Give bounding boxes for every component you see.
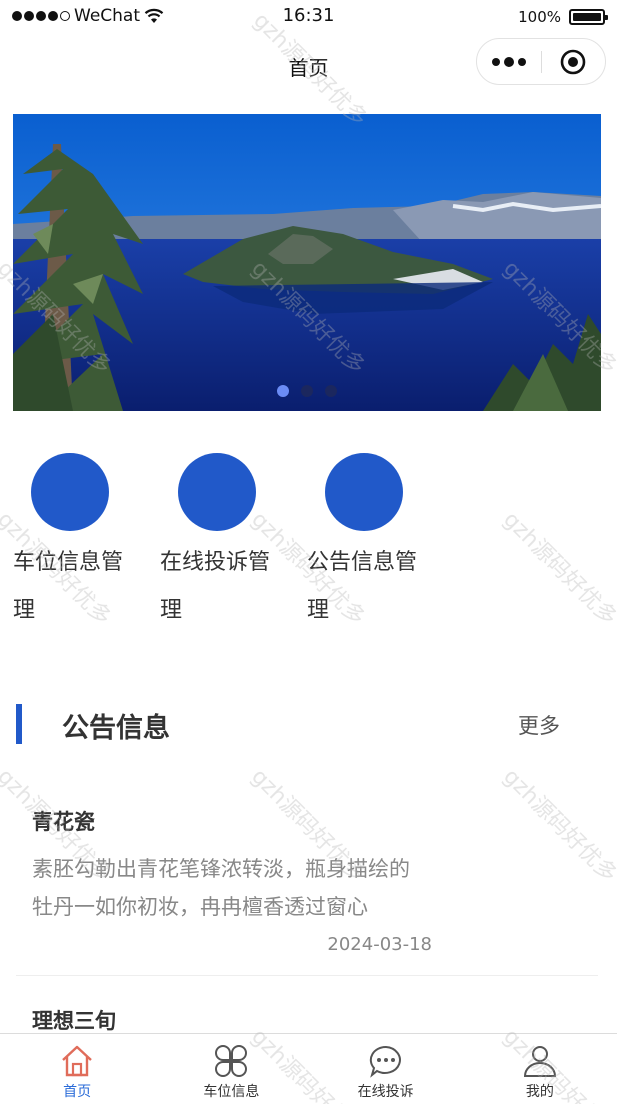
notice-item[interactable]: 青花瓷 素胚勾勒出青花笔锋浓转淡，瓶身描绘的牡丹一如你初妆，冉冉檀香透过窗心 2…	[16, 806, 598, 976]
close-mini-program-button[interactable]	[542, 39, 606, 84]
tab-label: 首页	[63, 1084, 92, 1100]
notice-title: 理想三旬	[32, 1009, 116, 1033]
banner-carousel[interactable]	[13, 114, 601, 411]
more-dots-icon	[491, 57, 500, 66]
notice-icon	[325, 453, 403, 531]
tab-home[interactable]: 首页	[0, 1034, 154, 1104]
menu-item-notice[interactable]: 公告信息管理	[307, 453, 447, 635]
menu-label: 在线投诉管理	[160, 550, 271, 623]
notice-summary: 素胚勾勒出青花笔锋浓转淡，瓶身描绘的牡丹一如你初妆，冉冉檀香透过窗心	[32, 857, 410, 919]
section-title: 公告信息	[62, 713, 170, 744]
home-icon	[62, 1045, 92, 1077]
banner-image	[13, 114, 601, 411]
mini-program-capsule	[476, 38, 606, 85]
user-icon	[523, 1046, 556, 1077]
tab-label: 我的	[525, 1084, 554, 1100]
notice-item[interactable]: 理想三旬	[16, 1005, 598, 1035]
tab-label: 在线投诉	[357, 1084, 414, 1100]
menu-item-complaint[interactable]: 在线投诉管理	[160, 453, 300, 635]
battery-percent: 100%	[518, 8, 561, 26]
more-menu-button[interactable]	[477, 39, 541, 84]
carousel-dot[interactable]	[325, 385, 337, 397]
divider	[16, 975, 598, 976]
chat-bubble-icon	[369, 1045, 401, 1078]
target-close-icon	[560, 49, 586, 74]
notice-date: 2024-03-18	[327, 934, 432, 955]
carousel-dot[interactable]	[277, 385, 289, 397]
menu-label: 公告信息管理	[307, 550, 418, 623]
tab-parking-info[interactable]: 车位信息	[154, 1034, 308, 1104]
parking-info-icon	[31, 453, 109, 531]
carousel-indicators	[13, 385, 601, 397]
notice-title: 青花瓷	[32, 810, 95, 834]
tab-label: 车位信息	[203, 1084, 260, 1100]
more-link[interactable]: 更多	[518, 710, 560, 740]
menu-label: 车位信息管理	[13, 550, 124, 623]
menu-item-parking-info[interactable]: 车位信息管理	[13, 453, 153, 635]
tab-complaint[interactable]: 在线投诉	[309, 1034, 463, 1104]
watermark: gzh源码好优多	[498, 507, 617, 631]
status-bar: WeChat 16:31 100%	[0, 0, 617, 34]
complaint-icon	[178, 453, 256, 531]
battery-icon	[569, 9, 608, 25]
tab-bar: 首页 车位信息 在线投诉 我的	[0, 1033, 617, 1104]
section-accent-bar	[16, 704, 22, 744]
grid-icon	[215, 1045, 248, 1077]
carousel-dot[interactable]	[301, 385, 313, 397]
tab-mine[interactable]: 我的	[463, 1034, 617, 1104]
status-right: 100%	[518, 8, 608, 26]
